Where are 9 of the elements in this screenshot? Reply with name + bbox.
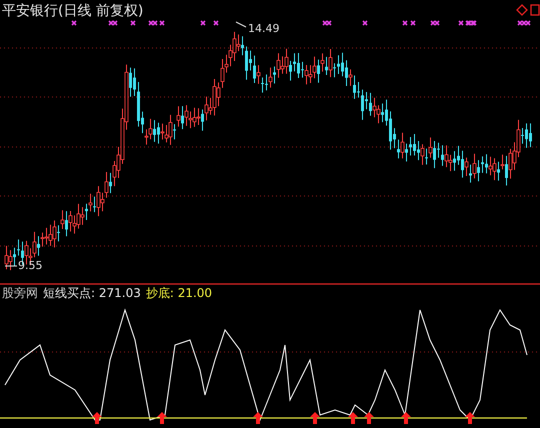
indicator-name: 股旁网 bbox=[2, 285, 38, 301]
leader-line bbox=[236, 22, 246, 28]
price-label: 9.55 bbox=[18, 259, 42, 273]
diamond-icon[interactable] bbox=[516, 4, 528, 16]
price-label: 14.49 bbox=[248, 22, 280, 36]
indicator-value: 抄底: 21.00 bbox=[146, 285, 212, 301]
indicator-value: 短线买点: 271.03 bbox=[43, 285, 141, 301]
chart-title: 平安银行(日线 前复权) bbox=[2, 2, 144, 20]
square-icon[interactable] bbox=[530, 4, 540, 16]
